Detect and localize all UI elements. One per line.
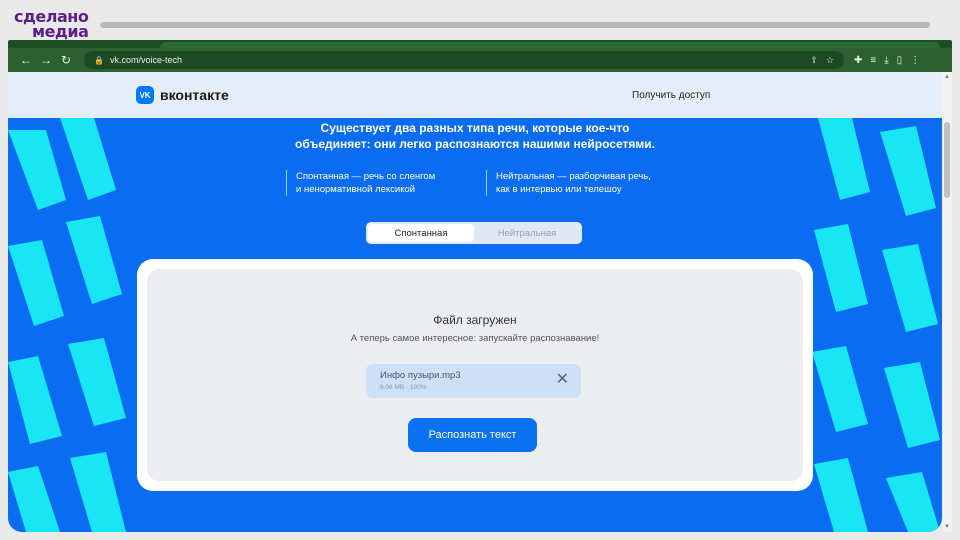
intro-line-1: Существует два разных типа речи, которые… [320, 121, 630, 135]
address-bar[interactable]: 🔒 vk.com/voice-tech ⇪ ☆ [84, 51, 844, 69]
decor-stripes-right [812, 118, 940, 532]
star-icon[interactable]: ☆ [826, 55, 834, 66]
back-icon[interactable]: ← [16, 53, 36, 67]
vk-brand-name: вконтакте [160, 87, 229, 103]
recognize-text-button[interactable]: Распознать текст [408, 418, 537, 452]
lock-icon[interactable]: 🔒 [94, 56, 104, 65]
speech-type-line: как в интервью или телешоу [496, 184, 622, 195]
forward-icon[interactable]: → [36, 53, 56, 67]
browser-toolbar: ← → ↻ 🔒 vk.com/voice-tech ⇪ ☆ ✚ ≡ ⤓ ▯ ⋮ [8, 48, 952, 72]
playlist-icon[interactable]: ≡ [870, 55, 876, 66]
hero-section: Существует два разных типа речи, которые… [8, 118, 942, 532]
speech-type-switcher: Спонтанная Нейтральная [366, 222, 582, 244]
browser-window: ← → ↻ 🔒 vk.com/voice-tech ⇪ ☆ ✚ ≡ ⤓ ▯ ⋮ … [8, 40, 952, 532]
extensions-icon[interactable]: ✚ [854, 55, 862, 66]
decor-stripes-left [8, 118, 126, 532]
upload-card-inner: Файл загружен А теперь самое интересное:… [147, 269, 803, 481]
share-icon[interactable]: ⇪ [810, 55, 818, 66]
tab-neutral[interactable]: Нейтральная [474, 224, 580, 242]
scrollbar-thumb[interactable] [944, 122, 950, 198]
site-header: VK вконтакте Получить доступ [8, 72, 942, 118]
address-url: vk.com/voice-tech [109, 55, 182, 65]
vk-logo[interactable]: VK вконтакте [136, 86, 229, 104]
tab-bar [8, 40, 952, 48]
scroll-up-icon[interactable]: ▲ [944, 74, 950, 80]
page-scrollbar[interactable]: ▲ ▼ [942, 72, 952, 532]
speech-type-line: Спонтанная — речь со сленгом [296, 171, 436, 182]
upload-subtitle: А теперь самое интересное: запускайте ра… [350, 333, 600, 344]
speech-type-neutral: Нейтральная — разборчивая речь, как в ин… [486, 170, 676, 196]
get-access-link[interactable]: Получить доступ [632, 90, 710, 101]
tab-spontaneous[interactable]: Спонтанная [368, 224, 474, 242]
speech-type-line: и ненормативной лексикой [296, 184, 416, 195]
active-tab[interactable] [160, 42, 940, 48]
vk-badge-icon: VK [136, 86, 154, 104]
speech-type-spontaneous: Спонтанная — речь со сленгом и ненормати… [286, 170, 476, 196]
page-viewport: VK вконтакте Получить доступ ▲ ▼ Существ… [8, 72, 952, 532]
reload-icon[interactable]: ↻ [56, 53, 76, 67]
intro-text: Существует два разных типа речи, которые… [8, 120, 942, 152]
watermark-logo: сделано медиа [14, 9, 89, 41]
menu-icon[interactable]: ⋮ [910, 55, 920, 66]
download-icon[interactable]: ⤓ [884, 55, 888, 66]
intro-line-2: объединяет: они легко распознаются нашим… [295, 137, 655, 151]
uploaded-file-chip: Инфо пузыри.mp3 6.06 MB · 100% ✕ [366, 364, 581, 398]
file-name: Инфо пузыри.mp3 [380, 370, 461, 381]
sidepanel-icon[interactable]: ▯ [897, 55, 903, 66]
outer-scrollbar[interactable] [100, 22, 930, 28]
file-meta: 6.06 MB · 100% [380, 384, 427, 391]
speech-types: Спонтанная — речь со сленгом и ненормати… [286, 170, 676, 196]
speech-type-line: Нейтральная — разборчивая речь, [496, 171, 651, 182]
watermark-line2: медиа [32, 22, 89, 41]
close-icon[interactable]: ✕ [556, 372, 569, 388]
upload-card: Файл загружен А теперь самое интересное:… [137, 259, 813, 491]
scroll-down-icon[interactable]: ▼ [944, 524, 950, 530]
upload-title: Файл загружен [433, 313, 517, 327]
